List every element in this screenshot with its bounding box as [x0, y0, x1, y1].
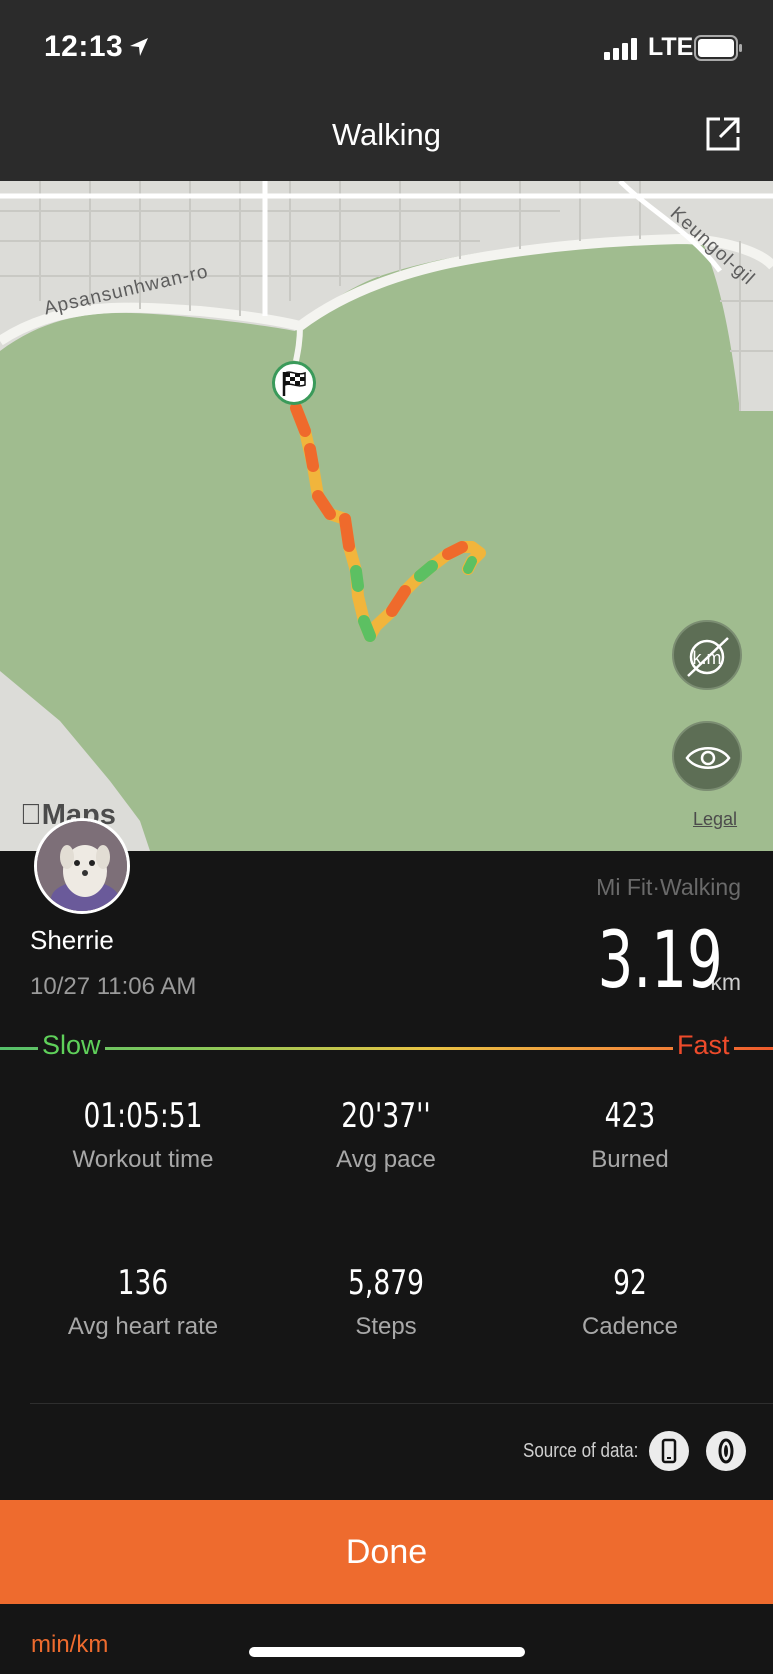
stat-value: 20'37'': [341, 1096, 431, 1136]
stat-value: 92: [613, 1263, 647, 1303]
signal-bars-icon: [604, 38, 637, 60]
nav-bar: Walking: [0, 95, 773, 181]
source-band[interactable]: [706, 1431, 746, 1471]
avatar-photo: [37, 821, 127, 911]
pace-slow-label: Slow: [38, 1030, 105, 1061]
workout-source: Mi Fit·Walking: [596, 874, 741, 900]
stat-cadence: 92 Cadence: [501, 1263, 759, 1341]
stat-steps: 5,879 Steps: [257, 1263, 515, 1341]
distance-value: 3.19: [597, 916, 723, 1006]
stat-value: 423: [604, 1096, 656, 1136]
pace-gradient: [0, 1047, 773, 1050]
stat-label: Avg heart rate: [67, 1313, 219, 1340]
user-name: Sherrie: [30, 925, 114, 955]
stat-label: Cadence: [581, 1313, 679, 1340]
done-button[interactable]: Done: [0, 1500, 773, 1604]
source-phone[interactable]: [649, 1431, 689, 1471]
stat-burned: 423 Burned: [501, 1096, 759, 1174]
km-markers-toggle-icon: k.m: [687, 637, 729, 677]
checkered-flag-icon: [282, 371, 306, 396]
distance-display: 3.19 km: [549, 922, 741, 1000]
stat-label: Avg pace: [336, 1146, 436, 1173]
stat-value: 5,879: [348, 1263, 424, 1303]
divider: [30, 1403, 773, 1404]
stat-value: 136: [117, 1263, 169, 1303]
legal-link[interactable]: Legal: [693, 809, 737, 830]
band-icon: [718, 1438, 734, 1464]
pace-units-label: min/km: [31, 1631, 109, 1658]
stat-avg-pace: 20'37'' Avg pace: [257, 1096, 515, 1174]
location-arrow-icon: [130, 38, 148, 56]
stat-label: Burned: [591, 1146, 669, 1173]
page-title: Walking: [331, 117, 442, 152]
avatar: [34, 818, 130, 914]
status-bar: 12:13 LTE: [0, 0, 773, 95]
start-marker[interactable]: [272, 361, 316, 405]
workout-date: 10/27 11:06 AM: [30, 973, 197, 1000]
data-source-label: Source of data:: [523, 1440, 639, 1462]
network-type: LTE: [648, 33, 694, 61]
battery-icon: [694, 35, 742, 61]
status-time: 12:13: [44, 30, 124, 63]
stat-avg-heart-rate: 136 Avg heart rate: [14, 1263, 272, 1341]
stat-value: 01:05:51: [83, 1096, 203, 1136]
stat-label: Workout time: [72, 1146, 214, 1173]
pace-legend-bar: [0, 1044, 773, 1052]
eye-icon: [685, 747, 731, 769]
home-indicator[interactable]: [249, 1647, 525, 1657]
phone-icon: [661, 1438, 677, 1464]
stat-label: Steps: [355, 1313, 417, 1340]
km-markers-toggle[interactable]: k.m: [672, 620, 742, 690]
stat-workout-time: 01:05:51 Workout time: [14, 1096, 272, 1174]
share-external-icon[interactable]: [704, 115, 742, 153]
route-map[interactable]: Apsansunhwan-ro Keungol-gil k.m Maps Le…: [0, 181, 773, 851]
pace-fast-label: Fast: [673, 1030, 734, 1061]
visibility-toggle[interactable]: [672, 721, 742, 791]
